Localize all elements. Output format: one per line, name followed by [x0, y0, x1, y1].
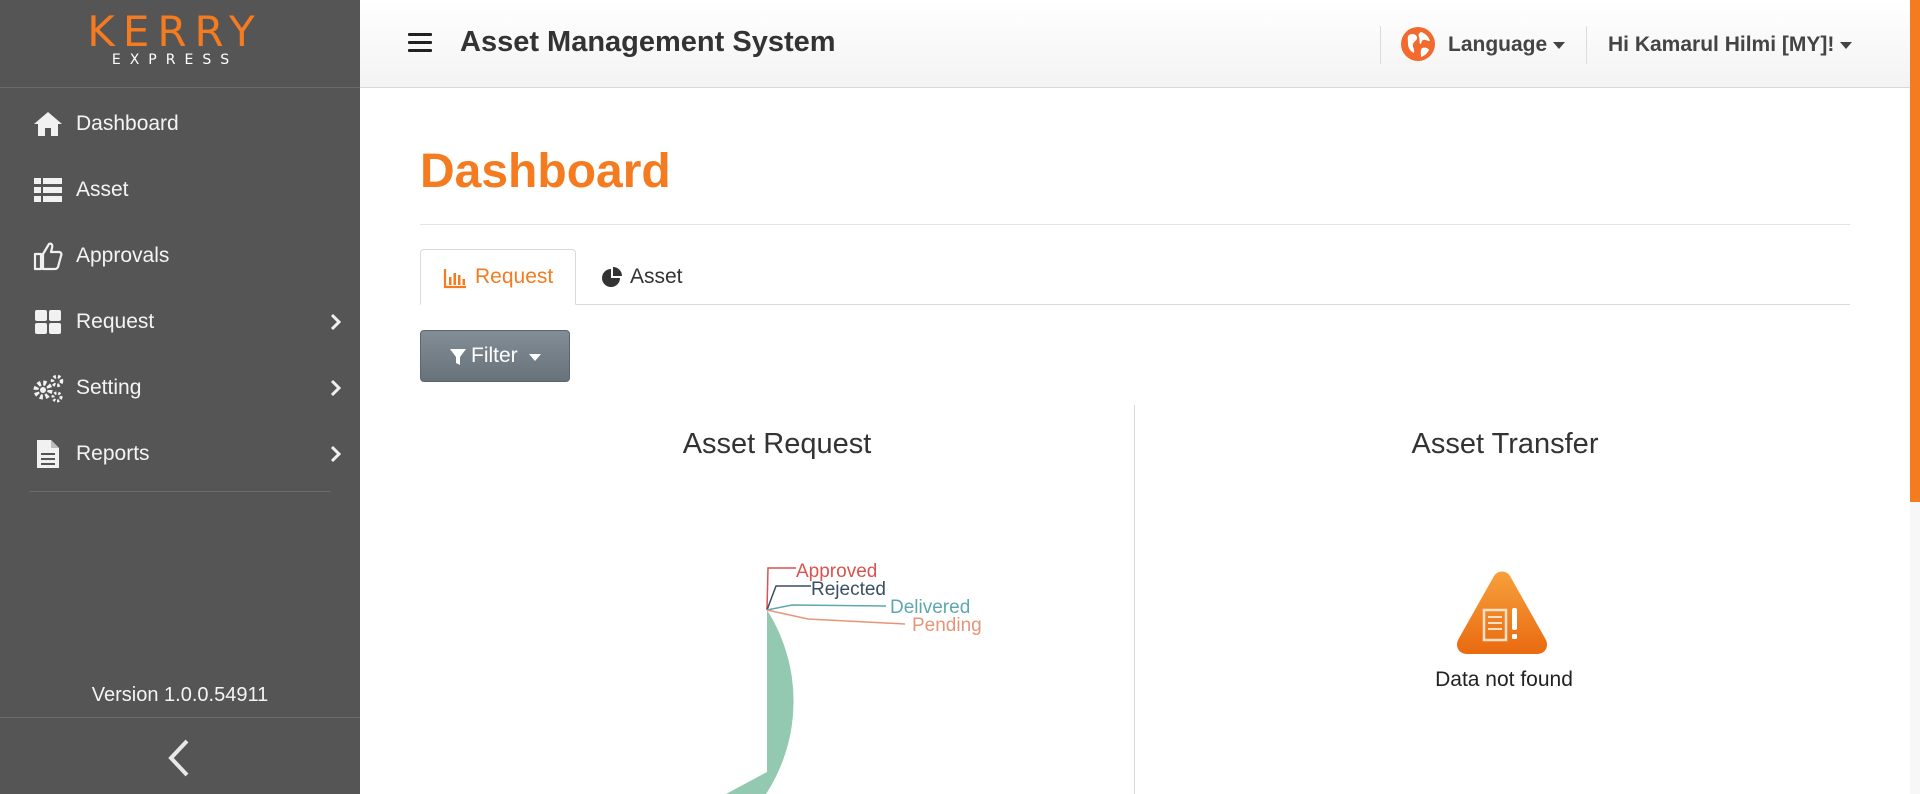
leader-line-pending	[766, 609, 906, 625]
sidebar-item-request[interactable]: Request	[0, 289, 360, 355]
title-divider	[420, 224, 1850, 225]
logo-wordmark: KERRY	[87, 7, 263, 56]
tab-asset[interactable]: Asset	[600, 249, 720, 305]
language-dropdown[interactable]: Language	[1448, 33, 1566, 57]
chevron-right-icon	[330, 444, 344, 464]
user-menu-dropdown[interactable]: Hi Kamarul Hilmi [MY]!	[1608, 33, 1853, 57]
sidebar-item-asset[interactable]: Asset	[0, 157, 360, 223]
globe-icon[interactable]	[1400, 26, 1436, 62]
filter-label: Filter	[471, 344, 518, 367]
collapse-sidebar-button[interactable]	[165, 738, 195, 778]
warning-icon	[1457, 571, 1547, 654]
filter-icon	[450, 349, 466, 365]
sidebar-item-dashboard[interactable]: Dashboard	[0, 91, 360, 157]
language-label: Language	[1448, 33, 1548, 56]
asset-request-chart: Approved Rejected Delivered Pending	[726, 561, 982, 794]
bar-chart-icon	[443, 269, 466, 289]
panel-divider	[1134, 405, 1135, 794]
tab-label: Asset	[630, 265, 683, 288]
sidebar-footer	[0, 717, 360, 794]
caret-down-icon	[1840, 41, 1853, 49]
scrollbar-track[interactable]	[1910, 502, 1920, 794]
sidebar-item-label: Asset	[76, 178, 129, 201]
menu-toggle-icon[interactable]	[408, 33, 432, 53]
pie-slice-pending[interactable]	[726, 610, 794, 794]
tab-label: Request	[475, 265, 554, 288]
legend-label-pending: Pending	[912, 615, 982, 636]
legend-label-rejected: Rejected	[811, 579, 886, 600]
header-divider	[1380, 26, 1381, 64]
app-title: Asset Management System	[460, 26, 836, 58]
thumbs-up-icon	[32, 240, 64, 272]
sidebar-divider	[30, 491, 330, 492]
document-icon	[32, 438, 64, 470]
app-version: Version 1.0.0.54911	[91, 684, 269, 706]
asset-transfer-title: Asset Transfer	[1411, 428, 1599, 460]
scrollbar-thumb[interactable]	[1910, 0, 1920, 502]
tab-request[interactable]: Request	[420, 249, 576, 305]
empty-state-text: Data not found	[1435, 668, 1573, 691]
logo-subtitle: EXPRESS	[111, 52, 239, 68]
sidebar-item-setting[interactable]: Setting	[0, 355, 360, 421]
asset-request-title: Asset Request	[682, 428, 872, 460]
filter-button[interactable]: Filter	[420, 330, 570, 382]
gears-icon	[32, 372, 64, 404]
sidebar-item-reports[interactable]: Reports	[0, 421, 360, 487]
sidebar: KERRY EXPRESS Dashboard Asset Approvals …	[0, 0, 360, 794]
sidebar-item-label: Request	[76, 310, 155, 333]
leader-line-rejected	[766, 585, 811, 611]
chevron-left-icon	[168, 739, 189, 777]
pie-chart-icon	[602, 267, 622, 287]
caret-down-icon	[1553, 41, 1566, 49]
home-icon	[32, 108, 64, 140]
sidebar-item-approvals[interactable]: Approvals	[0, 223, 360, 289]
header-divider	[1586, 26, 1587, 64]
top-header: Asset Management System Language Hi Kama…	[360, 0, 1920, 88]
list-icon	[32, 174, 64, 206]
grid-icon	[32, 306, 64, 338]
brand-logo[interactable]: KERRY EXPRESS	[0, 0, 360, 88]
user-greeting: Hi Kamarul Hilmi [MY]!	[1608, 33, 1835, 56]
sidebar-item-label: Approvals	[76, 244, 170, 267]
page-title: Dashboard	[420, 145, 671, 198]
app-root: KERRY EXPRESS Dashboard Asset Approvals …	[0, 0, 1920, 794]
caret-down-icon	[529, 354, 541, 361]
sidebar-item-label: Reports	[76, 442, 150, 465]
chevron-right-icon	[330, 312, 344, 332]
leader-line-approved	[766, 567, 796, 611]
chevron-right-icon	[330, 378, 344, 398]
leader-line-delivered	[766, 604, 887, 611]
sidebar-item-label: Dashboard	[76, 112, 179, 135]
sidebar-item-label: Setting	[76, 376, 142, 399]
